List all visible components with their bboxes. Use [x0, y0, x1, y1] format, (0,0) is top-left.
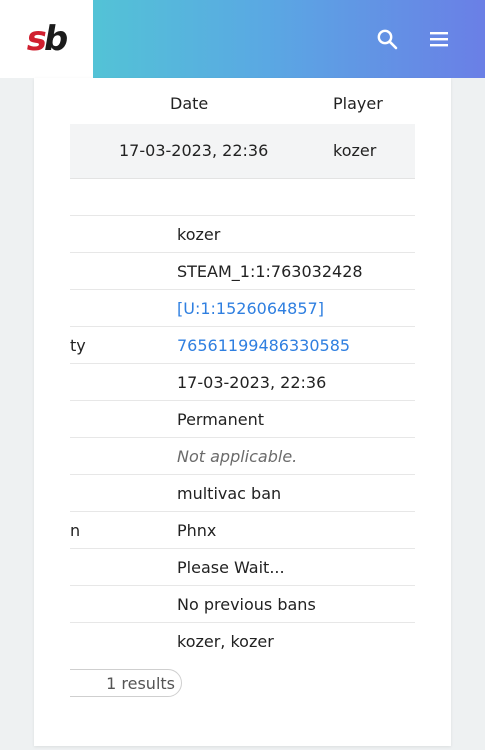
top-bar: sb [0, 0, 485, 78]
detail-row-reason: multivac ban [70, 474, 415, 512]
ban-summary-row[interactable]: 17-03-2023, 22:36 kozer [70, 124, 415, 179]
detail-value: No previous bans [177, 595, 316, 614]
detail-value: 17-03-2023, 22:36 [177, 373, 327, 392]
steam-community-link[interactable]: 76561199486330585 [177, 336, 350, 355]
detail-row-length: Permanent [70, 400, 415, 438]
detail-row-player: kozer [70, 215, 415, 253]
detail-row-steam-id: STEAM_1:1:763032428 [70, 252, 415, 290]
detail-value: Phnx [177, 521, 217, 540]
search-button[interactable] [374, 26, 400, 52]
results-count-text: 1 results [106, 674, 175, 693]
detail-row-names: kozer, kozer [70, 622, 415, 660]
detail-label: ty [70, 336, 86, 355]
detail-value: Please Wait... [177, 558, 285, 577]
column-header-date[interactable]: Date [170, 94, 208, 118]
scroll-region[interactable]: Date Player 17-03-2023, 22:36 kozer koze… [70, 78, 415, 746]
detail-row-total-bans: No previous bans [70, 585, 415, 623]
detail-row-invoked-on: 17-03-2023, 22:36 [70, 363, 415, 401]
logo[interactable]: sb [0, 0, 93, 78]
detail-row-steam3-id: [U:1:1526064857] [70, 289, 415, 327]
summary-player: kozer [333, 141, 377, 160]
results-count-badge: 1 results [70, 669, 182, 697]
detail-value: STEAM_1:1:763032428 [177, 262, 363, 281]
search-icon [377, 29, 398, 50]
column-header-player[interactable]: Player [333, 94, 383, 118]
ban-details-card: Date Player 17-03-2023, 22:36 kozer koze… [34, 78, 451, 746]
detail-row-admin: n Phnx [70, 511, 415, 549]
detail-value: multivac ban [177, 484, 282, 503]
detail-value: kozer, kozer [177, 632, 274, 651]
hamburger-menu-icon [430, 32, 448, 47]
menu-button[interactable] [426, 26, 452, 52]
detail-row-server: Please Wait... [70, 548, 415, 586]
detail-value: kozer [177, 225, 221, 244]
summary-date: 17-03-2023, 22:36 [119, 141, 269, 160]
detail-value: Permanent [177, 410, 265, 429]
steam3-id-link[interactable]: [U:1:1526064857] [177, 299, 324, 318]
detail-row-community-id: ty 76561199486330585 [70, 326, 415, 364]
detail-value: Not applicable. [177, 447, 298, 466]
detail-label: n [70, 521, 81, 540]
detail-row-expires: Not applicable. [70, 437, 415, 475]
